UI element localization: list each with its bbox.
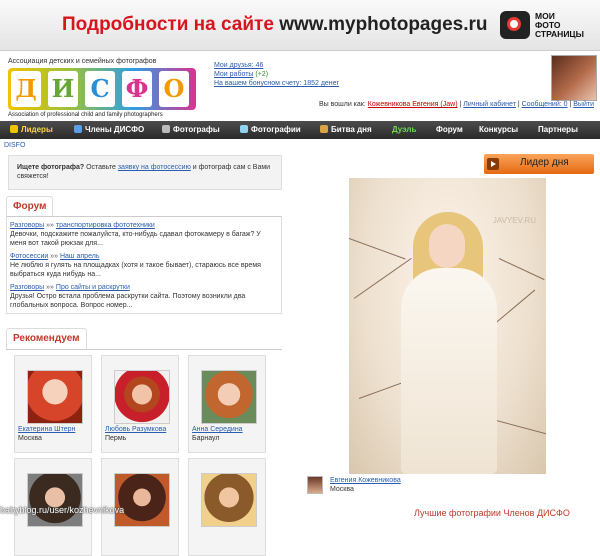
leader-photo[interactable]: JAVYEV.RU: [349, 178, 546, 474]
nav-contests[interactable]: Конкурсы: [479, 121, 518, 139]
forum-excerpt: Друзья! Остро встала проблема раскрутки …: [10, 293, 246, 309]
login-status: Вы вошли как: Кожевникова Евгения (Jaw) …: [318, 101, 594, 108]
members-icon: [74, 125, 82, 133]
photographer-photo[interactable]: [114, 473, 170, 527]
forum-category-link[interactable]: Разговоры: [10, 222, 44, 229]
banner-text[interactable]: Подробности на сайте www.myphotopages.ru: [62, 14, 488, 36]
swords-icon: [320, 125, 328, 133]
photographer-name-link[interactable]: Анна Середина: [192, 426, 243, 433]
best-photos-heading[interactable]: Лучшие фотографии Членов ДИСФО: [414, 508, 570, 518]
photographer-photo[interactable]: [114, 370, 170, 424]
nav-battle[interactable]: Битва дня: [320, 121, 372, 139]
account-links: Мои друзья: 46 Мои работы (+2) На вашем …: [214, 61, 339, 88]
photo-watermark: JAVYEV.RU: [492, 216, 536, 225]
winner-avatar[interactable]: [307, 476, 323, 494]
my-friends-link[interactable]: Мои друзья: 46: [214, 62, 263, 69]
my-works-link[interactable]: Мои работы: [214, 71, 253, 78]
photographer-city: Пермь: [105, 435, 127, 442]
camera-logo-icon: [500, 11, 530, 39]
forum-post: Фотосессии »» Наш апрель Не люблю я гуля…: [10, 253, 261, 278]
nav-duel[interactable]: Дуэль: [392, 121, 416, 139]
main-nav: Лидеры Члены ДИСФО Фотографы Фотографии …: [0, 121, 600, 139]
photographer-photo[interactable]: [27, 370, 83, 424]
photographer-name-link[interactable]: Екатерина Штерн: [18, 426, 75, 433]
photographer-photo[interactable]: [201, 473, 257, 527]
photographer-photo[interactable]: [27, 473, 83, 527]
association-title: Ассоциация детских и семейных фотографов: [8, 58, 157, 65]
photosession-request-link[interactable]: заявку на фотосессию: [118, 164, 191, 171]
nav-partners[interactable]: Партнеры: [538, 121, 578, 139]
tab-recommend[interactable]: Рекомендуем: [6, 328, 87, 349]
camera-icon: [162, 125, 170, 133]
forum-excerpt: Девочки, подскажите пожалуйста, кто-нибу…: [10, 231, 261, 247]
forum-topic-link[interactable]: Наш апрель: [60, 253, 99, 260]
forum-topic-link[interactable]: транспортировка фототехники: [56, 222, 155, 229]
play-icon: [487, 158, 499, 170]
photographer-name-link[interactable]: Любовь Разумкова: [105, 426, 166, 433]
photographer-photo[interactable]: [201, 370, 257, 424]
nav-forum[interactable]: Форум: [436, 121, 463, 139]
source-watermark: babyblog.ru/user/kozhevnikova: [0, 505, 125, 515]
user-avatar[interactable]: [551, 55, 597, 101]
find-photographer-box: Ищете фотографа? Оставьте заявку на фото…: [8, 155, 282, 190]
forum-post: Разговоры »» транспортировка фототехники…: [10, 222, 261, 247]
forum-feed: Разговоры »» транспортировка фототехники…: [6, 216, 282, 314]
leader-of-day-button[interactable]: Лидер дня: [484, 154, 594, 174]
winner-city: Москва: [330, 486, 354, 493]
photographer-card[interactable]: Анна Середина Барнаул: [188, 355, 266, 453]
association-title-en: Association of professional child and fa…: [8, 112, 163, 118]
photographer-city: Барнаул: [192, 435, 220, 442]
bonus-balance-link[interactable]: На вашем бонусном счету: 1852 денег: [214, 80, 339, 87]
photographer-city: Москва: [18, 435, 42, 442]
forum-post: Разговоры »» Про сайты и раскрутки Друзь…: [10, 284, 246, 309]
forum-category-link[interactable]: Фотосессии: [10, 253, 48, 260]
disfo-logo[interactable]: Д И С Ф О: [8, 68, 196, 110]
photo-icon: [240, 125, 248, 133]
nav-members[interactable]: Члены ДИСФО: [74, 121, 144, 139]
tab-forum[interactable]: Форум: [6, 196, 54, 217]
nav-leaders[interactable]: Лидеры: [10, 121, 53, 139]
site-header: Ассоциация детских и семейных фотографов…: [0, 55, 600, 121]
winner-name-link[interactable]: Евгения Кожевникова: [330, 477, 401, 484]
nav-photographers[interactable]: Фотографы: [162, 121, 220, 139]
breadcrumb[interactable]: DISFO: [4, 142, 25, 149]
photographer-card[interactable]: Екатерина Штерн Москва: [14, 355, 92, 453]
forum-category-link[interactable]: Разговоры: [10, 284, 44, 291]
works-count-badge: (+2): [255, 71, 269, 78]
top-banner[interactable]: Подробности на сайте www.myphotopages.ru…: [0, 0, 600, 51]
photographer-card[interactable]: [188, 458, 266, 556]
photographer-card[interactable]: Любовь Разумкова Пермь: [101, 355, 179, 453]
messages-link[interactable]: Сообщений: 0: [522, 101, 568, 108]
crown-icon: [10, 125, 18, 133]
nav-photos[interactable]: Фотографии: [240, 121, 301, 139]
cabinet-link[interactable]: Личный кабинет: [463, 101, 516, 108]
forum-topic-link[interactable]: Про сайты и раскрутки: [56, 284, 130, 291]
myphotopages-logo-text: МОИ ФОТО СТРАНИЦЫ: [535, 11, 584, 39]
forum-excerpt: Не люблю я гулять на площадках (хотя и т…: [10, 262, 261, 278]
current-user-link[interactable]: Кожевникова Евгения (Jaw): [368, 101, 458, 108]
logout-link[interactable]: Выйти: [573, 101, 594, 108]
